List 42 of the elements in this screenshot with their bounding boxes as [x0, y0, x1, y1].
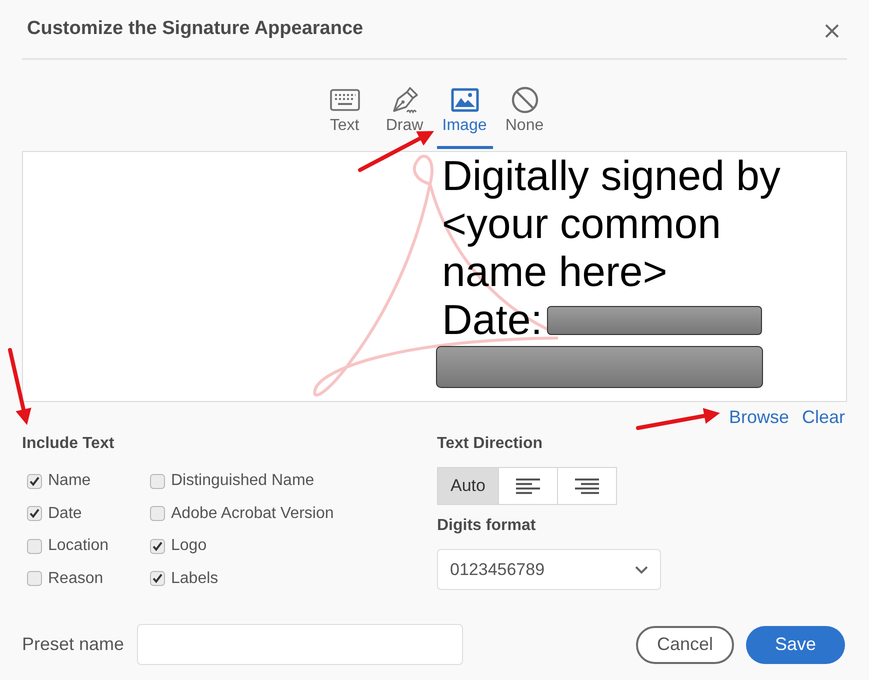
align-right-icon — [575, 478, 599, 494]
align-left-icon — [516, 478, 540, 494]
link[interactable]: Browse — [728, 406, 789, 428]
checkbox[interactable] — [150, 474, 165, 488]
checkbox[interactable] — [150, 538, 165, 554]
tab[interactable]: Text — [316, 84, 372, 149]
section-heading: Text Direction — [437, 434, 544, 454]
field-label: Preset name — [22, 633, 124, 656]
section-heading: Include Text — [22, 434, 116, 454]
save-button[interactable]: Save — [746, 626, 845, 664]
checkbox[interactable] — [27, 571, 42, 586]
cancel-button[interactable]: Cancel — [636, 626, 734, 664]
digits-format-dropdown[interactable]: 0123456789 — [437, 549, 661, 590]
picture-icon — [450, 88, 478, 112]
tab[interactable]: Draw — [376, 84, 432, 149]
checkbox-label: Adobe Acrobat Version — [171, 504, 334, 524]
checkbox-label: Location — [48, 536, 108, 556]
checkbox-label: Reason — [48, 568, 104, 588]
close-button[interactable] — [824, 23, 840, 39]
pen-nib-icon — [390, 86, 418, 114]
checkbox[interactable] — [27, 506, 42, 521]
checkbox-label: Logo — [171, 536, 207, 556]
checkbox[interactable] — [27, 474, 42, 488]
tab[interactable]: None — [496, 84, 552, 149]
preset-name-field[interactable] — [137, 624, 464, 665]
checkbox[interactable] — [150, 571, 165, 586]
chevron-down-icon — [635, 566, 648, 574]
prohibited-icon — [510, 86, 538, 114]
close-icon — [825, 24, 839, 38]
checkbox-label: Labels — [171, 568, 218, 588]
checkbox[interactable] — [150, 506, 165, 521]
dialog-title: Customize the Signature Appearance — [27, 16, 364, 41]
checkbox-label: Distinguished Name — [171, 471, 314, 491]
checkbox-label: Name — [48, 471, 91, 491]
date-label: Date: — [442, 296, 542, 344]
checkbox[interactable] — [27, 538, 42, 554]
keyboard-icon — [330, 89, 360, 111]
section-heading: Digits format — [437, 516, 537, 536]
checkbox-label: Date — [48, 504, 82, 524]
signer-text: Digitally signed by <your common name here> — [442, 152, 782, 296]
link[interactable]: Clear — [802, 406, 845, 428]
auto-direction-button[interactable]: Auto — [438, 468, 498, 504]
